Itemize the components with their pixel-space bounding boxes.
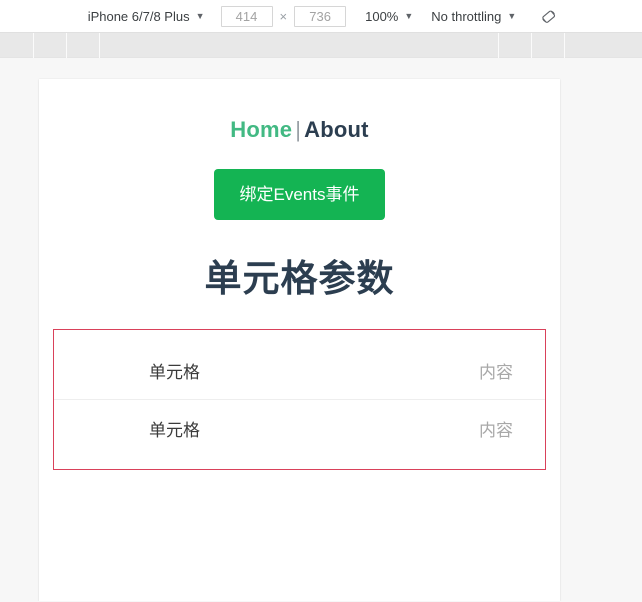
bind-events-button-container: 绑定Events事件 [39, 169, 560, 220]
device-selector[interactable]: iPhone 6/7/8 Plus ▼ [82, 5, 211, 27]
nav-separator: | [295, 117, 302, 142]
cell-value: 内容 [479, 363, 513, 382]
cell-list: 单元格 内容 单元格 内容 [53, 329, 546, 470]
throttling-selector-label: No throttling [431, 8, 502, 24]
bind-events-button[interactable]: 绑定Events事件 [213, 169, 386, 220]
ruler-tick [99, 33, 100, 58]
device-selector-label: iPhone 6/7/8 Plus [87, 8, 190, 24]
cell-label: 单元格 [149, 363, 200, 382]
cell-label: 单元格 [149, 421, 200, 440]
emulated-page-frame: Home | About 绑定Events事件 单元格参数 单元格 内容 单元格 内容 [39, 79, 560, 601]
dimension-separator: × [279, 8, 288, 24]
viewport-width-input[interactable] [220, 5, 273, 27]
chevron-down-icon: ▼ [195, 10, 205, 21]
ruler-tick [33, 33, 34, 58]
nav-link-about[interactable]: About [304, 117, 369, 142]
viewport-area: Home | About 绑定Events事件 单元格参数 单元格 内容 单元格 内容 [0, 58, 642, 601]
cell-value: 内容 [479, 421, 513, 440]
zoom-selector[interactable]: 100% ▼ [363, 5, 415, 27]
rotate-device-button[interactable] [536, 4, 560, 28]
cell-row[interactable]: 单元格 内容 [54, 400, 545, 457]
chevron-down-icon: ▼ [507, 10, 517, 21]
cell-list-inner: 单元格 内容 单元格 内容 [54, 330, 545, 469]
ruler-tick [66, 33, 67, 58]
ruler-tick [564, 33, 565, 58]
zoom-selector-label: 100% [365, 8, 399, 24]
ruler-tick [531, 33, 532, 58]
throttling-selector[interactable]: No throttling ▼ [429, 5, 518, 27]
viewport-ruler [0, 33, 642, 58]
viewport-height-input[interactable] [294, 5, 347, 27]
ruler-tick [498, 33, 499, 58]
device-emulation-toolbar: iPhone 6/7/8 Plus ▼ × 100% ▼ No throttli… [0, 0, 642, 33]
chevron-down-icon: ▼ [404, 10, 414, 21]
cell-row[interactable]: 单元格 内容 [54, 342, 545, 400]
nav-link-home[interactable]: Home [230, 117, 292, 142]
rotate-device-icon [542, 10, 555, 23]
site-nav: Home | About [39, 79, 560, 143]
page-title: 单元格参数 [204, 258, 395, 299]
